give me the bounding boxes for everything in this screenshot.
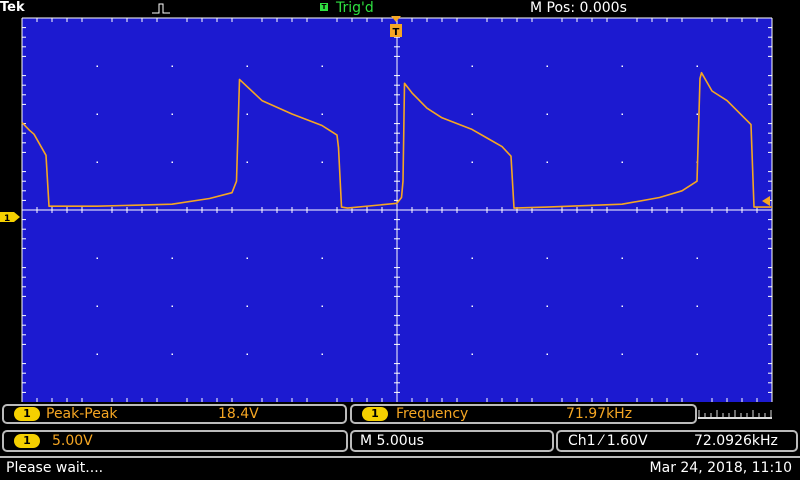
- graticule-dot: [246, 353, 248, 355]
- graticule-dot: [471, 65, 473, 67]
- graticule-dot: [621, 257, 623, 259]
- graticule-dot: [621, 65, 623, 67]
- graticule-dot: [246, 305, 248, 307]
- measurement-value: 71.97kHz: [566, 406, 633, 422]
- graticule-dot: [321, 353, 323, 355]
- graticule-dot: [246, 113, 248, 115]
- graticule-dot: [171, 161, 173, 163]
- graticule-dot: [96, 305, 98, 307]
- channel-badge: 1: [14, 434, 40, 448]
- channel-badge: 1: [362, 407, 388, 421]
- svg-text:T: T: [393, 27, 400, 38]
- trigger-frequency: 72.0926kHz: [694, 433, 778, 449]
- graticule-dot: [471, 161, 473, 163]
- trigger-type-icon: [152, 3, 170, 14]
- graticule-dot: [96, 353, 98, 355]
- graticule-dot: [246, 65, 248, 67]
- timebase-readout[interactable]: M 5.00us: [350, 430, 554, 452]
- trigger-status-icon: T: [320, 3, 328, 11]
- graticule-dot: [171, 305, 173, 307]
- vertical-scale-readout[interactable]: 1 5.00V: [2, 430, 348, 452]
- graticule-dot: [321, 257, 323, 259]
- graticule-dot: [171, 257, 173, 259]
- graticule-dot: [321, 305, 323, 307]
- graticule-dot: [471, 113, 473, 115]
- graticule-dot: [246, 161, 248, 163]
- graticule-dot: [321, 161, 323, 163]
- horizontal-position: M Pos: 0.000s: [530, 0, 627, 16]
- date-time: Mar 24, 2018, 11:10: [649, 460, 792, 476]
- graticule-dot: [171, 353, 173, 355]
- graticule-dot: [171, 65, 173, 67]
- top-status-bar: Tek T Trig'd M Pos: 0.000s: [0, 0, 800, 16]
- measurement-peak-peak[interactable]: 1 Peak-Peak 18.4V: [2, 404, 347, 424]
- graticule-dot: [96, 113, 98, 115]
- graticule-dot: [321, 113, 323, 115]
- graticule-dot: [321, 65, 323, 67]
- graticule-dot: [471, 353, 473, 355]
- graticule-dot: [471, 257, 473, 259]
- trigger-setting: Ch1 ⁄ 1.60V: [568, 433, 648, 449]
- status-message: Please wait....: [6, 460, 104, 476]
- graticule-dot: [546, 257, 548, 259]
- graticule-dot: [621, 353, 623, 355]
- graticule-dot: [621, 113, 623, 115]
- graticule-dot: [546, 65, 548, 67]
- graticule-dot: [696, 305, 698, 307]
- graticule-dot: [96, 65, 98, 67]
- graticule-dot: [696, 65, 698, 67]
- measurement-label: Frequency: [396, 406, 469, 422]
- graticule-dot: [696, 353, 698, 355]
- measurement-label: Peak-Peak: [46, 406, 118, 422]
- graticule-dot: [246, 257, 248, 259]
- graticule-dot: [546, 353, 548, 355]
- trigger-status: Trig'd: [336, 0, 374, 16]
- graticule-dot: [546, 113, 548, 115]
- graticule-dot: [96, 257, 98, 259]
- timebase: M 5.00us: [360, 433, 424, 449]
- svg-text:1: 1: [4, 214, 10, 224]
- trigger-readout[interactable]: Ch1 ⁄ 1.60V 72.0926kHz: [556, 430, 798, 452]
- measurement-frequency[interactable]: 1 Frequency 71.97kHz: [350, 404, 697, 424]
- brand-logo: Tek: [0, 0, 25, 15]
- graticule-dot: [621, 161, 623, 163]
- graticule-dot: [696, 257, 698, 259]
- volts-per-div: 5.00V: [52, 433, 93, 449]
- graticule-dot: [621, 305, 623, 307]
- graticule-dot: [546, 161, 548, 163]
- graticule-dot: [96, 161, 98, 163]
- graticule-dot: [546, 305, 548, 307]
- graticule-dot: [471, 305, 473, 307]
- graticule-dot: [696, 113, 698, 115]
- waveform-display: 1 T: [0, 16, 800, 402]
- channel-badge: 1: [14, 407, 40, 421]
- measurement-value: 18.4V: [218, 406, 259, 422]
- graticule-dot: [171, 113, 173, 115]
- record-length-indicator: [698, 410, 772, 419]
- status-bar: Please wait.... Mar 24, 2018, 11:10: [0, 456, 800, 480]
